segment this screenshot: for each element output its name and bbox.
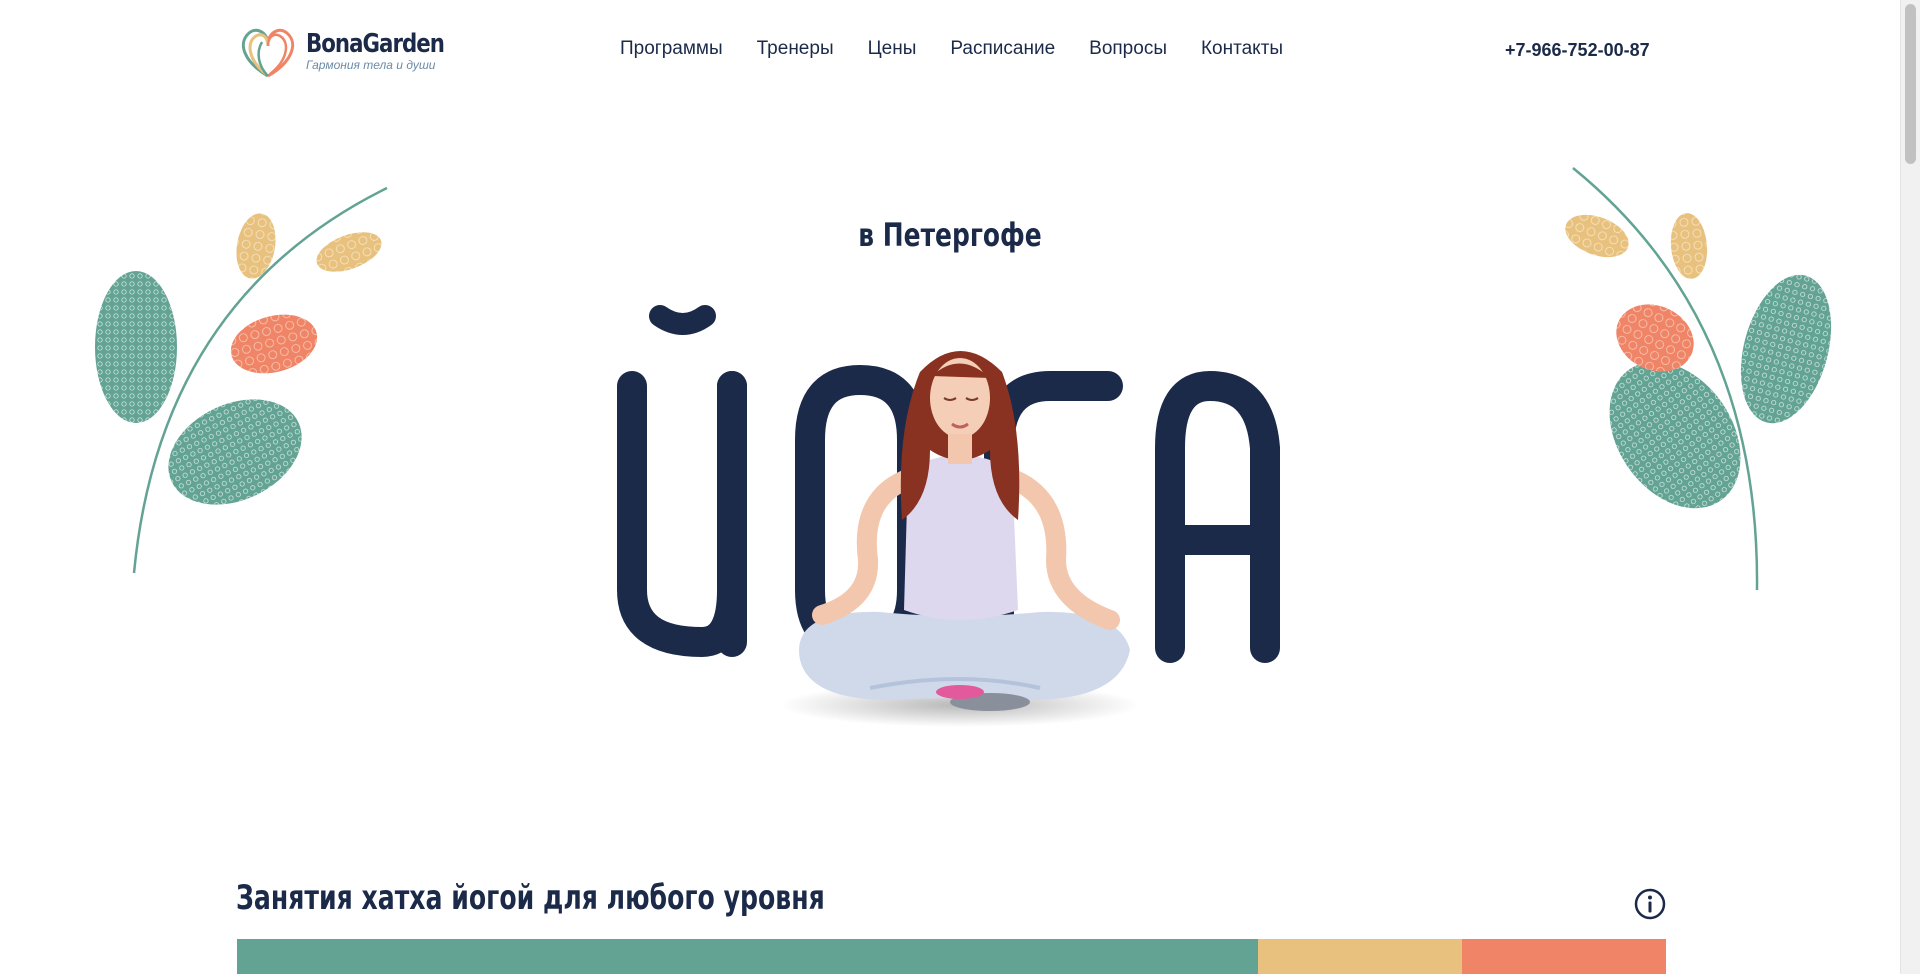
hero-illustration bbox=[95, 167, 1832, 727]
brand-logo[interactable]: BonaGarden Гармония тела и души bbox=[236, 22, 474, 80]
nav-item-contacts[interactable]: Контакты bbox=[1201, 38, 1283, 60]
page: BonaGarden Гармония тела и души Программ… bbox=[0, 0, 1920, 974]
program-card-orange[interactable] bbox=[1462, 939, 1666, 974]
page-scrollbar[interactable] bbox=[1900, 0, 1920, 974]
section-title: Занятия хатха йогой для любого уровня bbox=[236, 878, 825, 918]
nav-item-prices[interactable]: Цены bbox=[868, 38, 917, 60]
program-card-green[interactable] bbox=[237, 939, 1258, 974]
nav-item-programs[interactable]: Программы bbox=[620, 38, 723, 60]
phone-link[interactable]: +7-966-752-00-87 bbox=[1505, 40, 1650, 61]
brand-text: BonaGarden Гармония тела и души bbox=[306, 30, 474, 72]
nav-item-trainers[interactable]: Тренеры bbox=[757, 38, 834, 60]
site-header: BonaGarden Гармония тела и души Программ… bbox=[0, 0, 1900, 100]
meditating-woman-image bbox=[780, 351, 1140, 727]
program-card-yellow[interactable] bbox=[1258, 939, 1462, 974]
main-nav: Программы Тренеры Цены Расписание Вопрос… bbox=[620, 38, 1283, 60]
nav-item-faq[interactable]: Вопросы bbox=[1089, 38, 1167, 60]
brand-tagline: Гармония тела и души bbox=[306, 58, 436, 72]
heart-logo-icon bbox=[242, 28, 294, 78]
brand-name: BonaGarden bbox=[306, 29, 445, 59]
scrollbar-thumb[interactable] bbox=[1905, 4, 1916, 164]
info-icon[interactable] bbox=[1634, 888, 1666, 920]
hero-subtitle: в Петергофе bbox=[858, 216, 1042, 254]
nav-item-schedule[interactable]: Расписание bbox=[950, 38, 1055, 60]
